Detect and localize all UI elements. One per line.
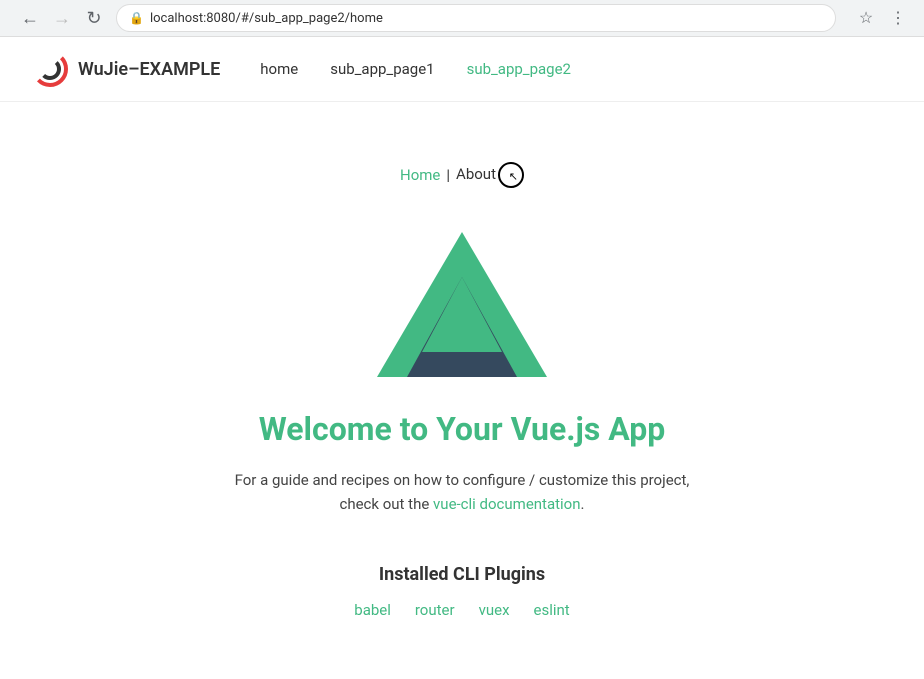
inner-nav-about[interactable]: About↖	[456, 162, 524, 188]
address-bar-container: 🔒 localhost:8080/#/sub_app_page2/home	[116, 4, 836, 32]
lock-icon: 🔒	[129, 11, 144, 25]
plugins-title: Installed CLI Plugins	[379, 564, 545, 585]
browser-back-button[interactable]: ←	[16, 4, 44, 32]
app-nav: home sub_app_page1 sub_app_page2	[260, 60, 571, 78]
plugin-babel[interactable]: babel	[354, 601, 391, 619]
url-text: localhost:8080/#/sub_app_page2/home	[150, 11, 383, 26]
inner-nav: Home | About↖	[400, 162, 524, 188]
main-content: Home | About↖ Welcome to Your Vue.js App…	[0, 102, 924, 679]
nav-sub-app-page2[interactable]: sub_app_page2	[467, 60, 571, 78]
browser-forward-button[interactable]: →	[48, 4, 76, 32]
menu-button[interactable]: ⋮	[884, 4, 912, 32]
inner-nav-home[interactable]: Home	[400, 166, 440, 184]
plugin-links: babel router vuex eslint	[354, 601, 569, 619]
bookmark-button[interactable]: ☆	[852, 4, 880, 32]
app-header: WuJie–EXAMPLE home sub_app_page1 sub_app…	[0, 37, 924, 102]
browser-chrome: ← → ↻ 🔒 localhost:8080/#/sub_app_page2/h…	[0, 0, 924, 37]
browser-reload-button[interactable]: ↻	[80, 4, 108, 32]
vue-logo-svg	[372, 212, 552, 382]
nav-home[interactable]: home	[260, 60, 298, 78]
browser-actions: ☆ ⋮	[852, 4, 912, 32]
cursor-arrow-icon: ↖	[509, 170, 518, 183]
inner-nav-separator: |	[446, 166, 450, 184]
welcome-description: For a guide and recipes on how to config…	[235, 468, 690, 516]
nav-sub-app-page1[interactable]: sub_app_page1	[330, 60, 434, 78]
plugin-router[interactable]: router	[415, 601, 455, 619]
app-title: WuJie–EXAMPLE	[78, 59, 220, 80]
address-bar[interactable]: 🔒 localhost:8080/#/sub_app_page2/home	[116, 4, 836, 32]
vue-logo	[372, 212, 552, 386]
cursor-circle-icon: ↖	[498, 162, 524, 188]
browser-nav-buttons: ← → ↻	[16, 4, 108, 32]
plugin-eslint[interactable]: eslint	[534, 601, 570, 619]
wujie-logo-icon	[32, 51, 68, 87]
vue-cli-doc-link[interactable]: vue-cli documentation	[433, 495, 581, 513]
plugin-vuex[interactable]: vuex	[479, 601, 510, 619]
app-logo: WuJie–EXAMPLE	[32, 51, 220, 87]
welcome-title: Welcome to Your Vue.js App	[259, 410, 666, 448]
